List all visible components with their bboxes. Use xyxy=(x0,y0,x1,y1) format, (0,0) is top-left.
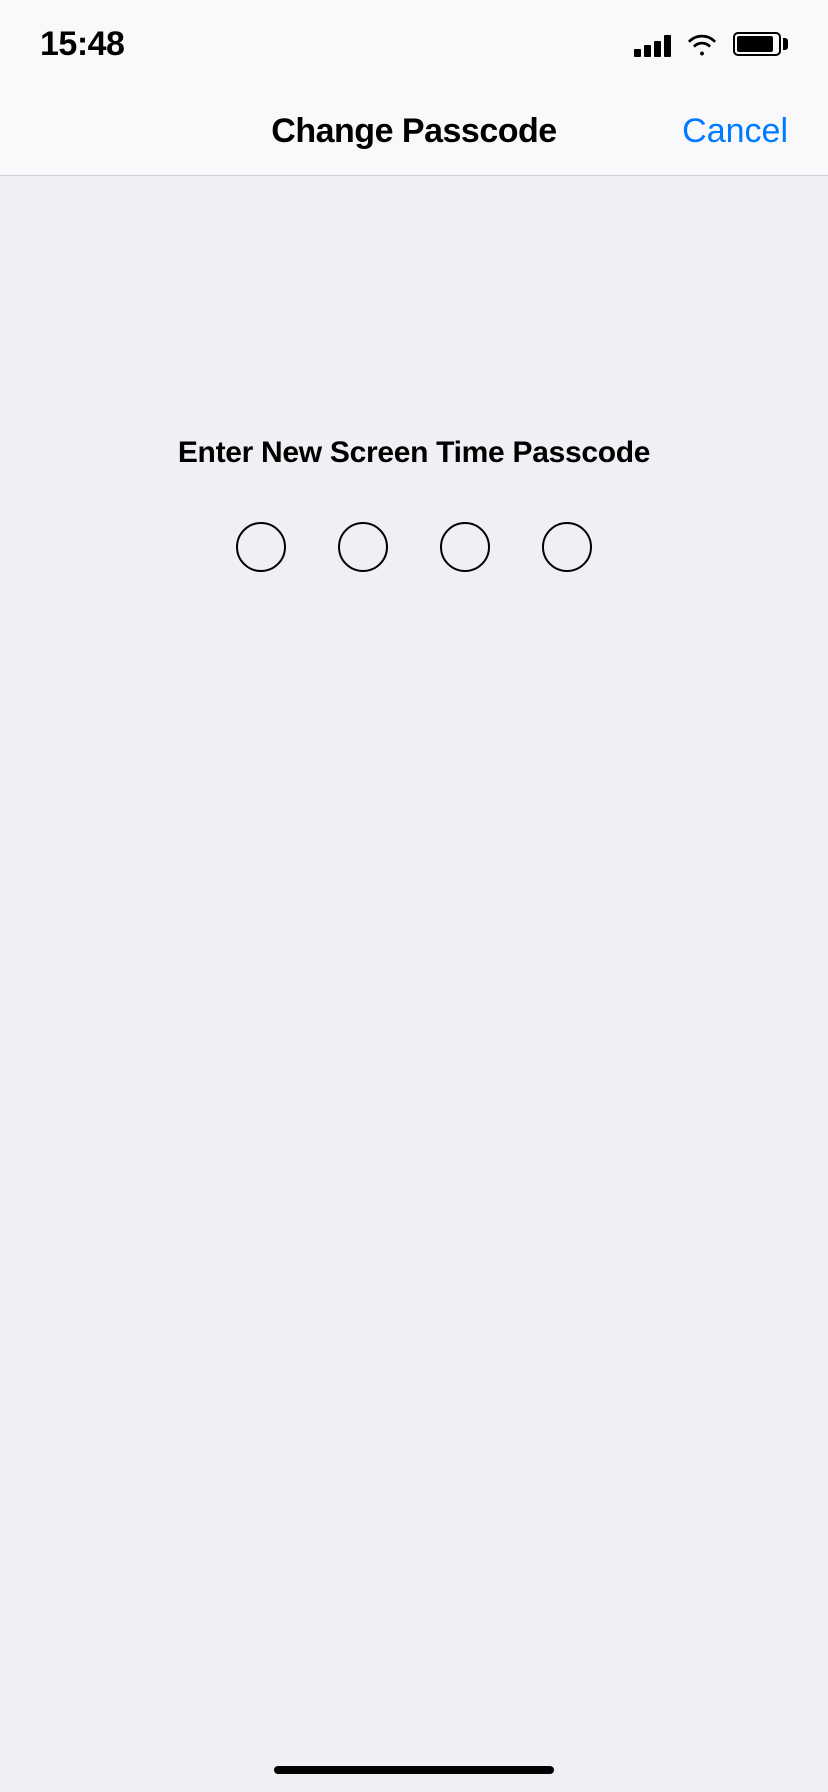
signal-bar-4 xyxy=(664,35,671,57)
battery-body xyxy=(733,32,781,56)
passcode-dots xyxy=(236,522,592,572)
passcode-prompt-text: Enter New Screen Time Passcode xyxy=(178,436,650,470)
battery-tip xyxy=(783,38,788,50)
status-bar: 15:48 xyxy=(0,0,828,88)
signal-icon xyxy=(634,31,671,57)
passcode-dot-2 xyxy=(338,522,388,572)
battery-fill xyxy=(737,36,773,52)
passcode-dot-1 xyxy=(236,522,286,572)
nav-bar: Change Passcode Cancel xyxy=(0,88,828,176)
signal-bar-1 xyxy=(634,49,641,57)
status-time: 15:48 xyxy=(40,25,124,64)
battery-icon xyxy=(733,32,788,56)
passcode-dot-4 xyxy=(542,522,592,572)
status-icons xyxy=(634,31,788,57)
wifi-icon xyxy=(685,31,719,57)
cancel-button[interactable]: Cancel xyxy=(668,112,788,151)
page-title: Change Passcode xyxy=(160,112,668,151)
passcode-dot-3 xyxy=(440,522,490,572)
home-indicator xyxy=(274,1766,554,1774)
signal-bar-3 xyxy=(654,41,661,57)
signal-bar-2 xyxy=(644,45,651,57)
content-area: Enter New Screen Time Passcode xyxy=(0,176,828,1792)
